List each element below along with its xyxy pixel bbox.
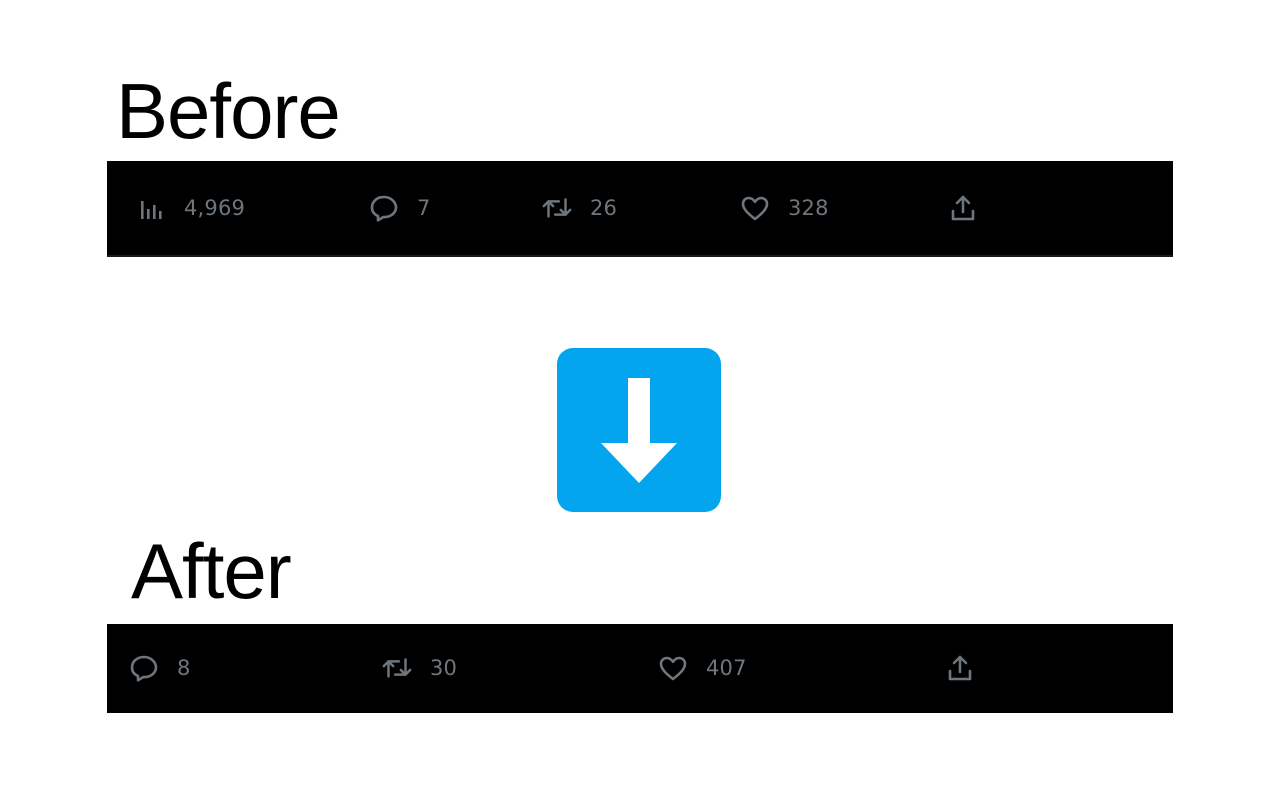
like-count: 407: [706, 656, 747, 680]
reply-icon: [127, 652, 161, 684]
reply-button[interactable]: 7: [367, 192, 431, 224]
retweet-count: 26: [590, 196, 618, 220]
share-button[interactable]: [946, 192, 980, 224]
share-icon: [943, 652, 977, 684]
retweet-icon: [540, 192, 574, 224]
after-title: After: [131, 527, 292, 615]
before-title: Before: [116, 67, 341, 155]
retweet-button[interactable]: 26: [540, 192, 617, 224]
reply-count: 8: [177, 656, 191, 680]
views-icon: [134, 192, 168, 224]
retweet-icon: [380, 652, 414, 684]
retweet-count: 30: [430, 656, 458, 680]
arrow-down-icon: [557, 348, 721, 512]
views-button[interactable]: 4,969: [134, 192, 245, 224]
retweet-button[interactable]: 30: [380, 652, 457, 684]
reply-icon: [367, 192, 401, 224]
like-count: 328: [788, 196, 829, 220]
heart-icon: [738, 192, 772, 224]
share-button[interactable]: [943, 652, 977, 684]
reply-button[interactable]: 8: [127, 652, 191, 684]
like-button[interactable]: 407: [656, 652, 747, 684]
heart-icon: [656, 652, 690, 684]
like-button[interactable]: 328: [738, 192, 829, 224]
before-tweet-action-bar: 4,969 7 26 328: [107, 161, 1173, 257]
share-icon: [946, 192, 980, 224]
after-tweet-action-bar: 8 30 407: [107, 624, 1173, 713]
reply-count: 7: [417, 196, 431, 220]
views-count: 4,969: [184, 196, 246, 220]
